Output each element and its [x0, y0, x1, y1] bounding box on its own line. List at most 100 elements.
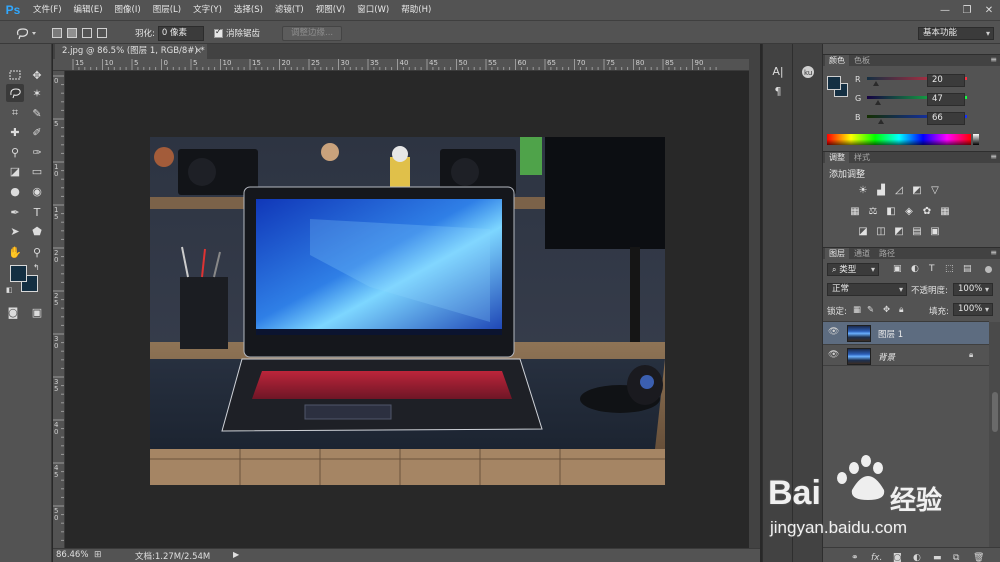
canvas-area[interactable] [66, 71, 749, 548]
layers-scrollbar[interactable] [989, 322, 1000, 547]
channel-g-knob[interactable] [875, 100, 881, 105]
blur-tool-icon[interactable]: ● [6, 182, 24, 200]
spectrum-bw-ramp[interactable] [973, 134, 979, 145]
layer-filter-select[interactable]: ⌕ 类型 [827, 263, 879, 276]
tab-color[interactable]: 颜色 [825, 55, 849, 67]
add-mask-icon[interactable]: ◙ [893, 553, 902, 562]
menu-file[interactable]: 文件(F) [26, 0, 67, 20]
menu-edit[interactable]: 编辑(E) [67, 0, 108, 20]
photo-filter-icon[interactable]: ◈ [903, 206, 915, 217]
opacity-input[interactable]: 100% [953, 283, 993, 296]
status-info-icon[interactable]: ⊞ [94, 550, 102, 560]
hue-saturation-icon[interactable]: ▦ [849, 206, 861, 217]
tab-adjustments[interactable]: 调整 [825, 152, 849, 164]
restore-button[interactable]: ❐ [956, 0, 978, 20]
layer-style-icon[interactable]: fx. [871, 553, 882, 562]
status-menu-arrow-icon[interactable]: ▶ [233, 550, 239, 559]
channel-b-knob[interactable] [878, 119, 884, 124]
feather-input[interactable]: 0 像素 [157, 25, 204, 41]
menu-select[interactable]: 选择(S) [227, 0, 268, 20]
document-tab[interactable]: 2.jpg @ 86.5% (图层 1, RGB/8#) * × [55, 44, 207, 59]
lasso-tool-icon[interactable] [6, 84, 24, 102]
gradient-tool-icon[interactable]: ▭ [28, 162, 46, 180]
quick-mask-icon[interactable]: ◙ [4, 303, 22, 321]
color-panel-foreground-swatch[interactable] [827, 76, 841, 90]
filter-smart-object-icon[interactable]: ▤ [963, 264, 972, 274]
minimize-button[interactable]: — [934, 0, 956, 20]
magic-wand-icon[interactable]: ✶ [28, 84, 46, 102]
zoom-level[interactable]: 86.46% [56, 550, 88, 560]
filter-type-icon[interactable]: T [929, 264, 935, 274]
levels-icon[interactable]: ▟ [875, 185, 887, 196]
subtract-selection-icon[interactable] [82, 28, 92, 38]
layer-row[interactable]: 👁︎ 背景 🔒︎ [823, 344, 989, 366]
filter-shape-icon[interactable]: ⬚ [945, 264, 954, 274]
tab-styles[interactable]: 样式 [850, 152, 874, 164]
lock-all-icon[interactable]: 🔒︎ [899, 305, 904, 315]
add-to-selection-icon[interactable] [67, 28, 77, 38]
tab-layers[interactable]: 图层 [825, 248, 849, 260]
fill-input[interactable]: 100% [953, 303, 993, 316]
move-tool-icon[interactable]: ✥ [28, 66, 46, 84]
type-tool-icon[interactable]: T [28, 203, 46, 221]
intersect-selection-icon[interactable] [97, 28, 107, 38]
visibility-eye-icon[interactable]: 👁︎ [828, 327, 839, 337]
eraser-tool-icon[interactable]: ◪ [6, 162, 24, 180]
color-balance-icon[interactable]: ⚖ [867, 206, 879, 217]
channel-r-knob[interactable] [873, 81, 879, 86]
hand-tool-icon[interactable]: ✋ [6, 243, 24, 261]
link-layers-icon[interactable]: ⚭ [851, 553, 859, 562]
visibility-eye-icon[interactable]: 👁︎ [828, 350, 839, 360]
lock-transparent-icon[interactable]: ▦ [853, 305, 861, 315]
invert-icon[interactable]: ◪ [857, 226, 869, 237]
delete-layer-icon[interactable]: 🗑︎ [973, 553, 984, 562]
tab-paths[interactable]: 路径 [875, 248, 899, 260]
eyedropper-icon[interactable]: ✎ [28, 104, 46, 122]
posterize-icon[interactable]: ◫ [875, 226, 887, 237]
foreground-color-swatch[interactable] [10, 265, 27, 282]
refine-edge-button[interactable]: 调整边缘... [282, 25, 343, 41]
menu-layer[interactable]: 图层(L) [146, 0, 186, 20]
menu-type[interactable]: 文字(Y) [186, 0, 227, 20]
tool-preset-picker[interactable] [14, 25, 38, 41]
curves-icon[interactable]: ◿ [893, 185, 905, 196]
marquee-tool-icon[interactable] [6, 66, 24, 84]
filter-toggle-icon[interactable] [985, 266, 992, 273]
close-button[interactable]: ✕ [978, 0, 1000, 20]
channel-g-input[interactable]: 47 [927, 93, 965, 106]
default-colors-icon[interactable]: ◧ [6, 286, 13, 294]
filter-pixel-icon[interactable]: ▣ [893, 264, 902, 274]
antialias-checkbox[interactable] [214, 27, 223, 38]
tab-swatches[interactable]: 色板 [850, 55, 874, 67]
crop-tool-icon[interactable]: ⌗ [6, 104, 24, 122]
workspace-select[interactable]: 基本功能 [918, 26, 994, 40]
brush-tool-icon[interactable]: ✐ [28, 123, 46, 141]
pen-tool-icon[interactable]: ✒ [6, 203, 24, 221]
layer-name[interactable]: 背景 [878, 351, 895, 363]
path-selection-icon[interactable]: ➤ [6, 222, 24, 240]
new-adjustment-icon[interactable]: ◐ [913, 553, 921, 562]
layer-name[interactable]: 图层 1 [878, 328, 903, 340]
dodge-tool-icon[interactable]: ◉ [28, 182, 46, 200]
healing-brush-icon[interactable]: ✚ [6, 123, 24, 141]
screen-mode-icon[interactable]: ▣ [28, 303, 46, 321]
new-selection-icon[interactable] [52, 28, 62, 38]
menu-image[interactable]: 图像(I) [108, 0, 146, 20]
character-panel-icon[interactable]: A| [768, 62, 788, 80]
panel-menu-icon[interactable]: ≡ [990, 55, 997, 64]
filter-adjustment-icon[interactable]: ◐ [911, 264, 919, 274]
menu-filter[interactable]: 滤镜(T) [268, 0, 309, 20]
kuler-panel-icon[interactable]: ku [798, 63, 818, 81]
exposure-icon[interactable]: ◩ [911, 185, 923, 196]
vertical-scrollbar[interactable] [749, 59, 760, 548]
lock-image-icon[interactable]: ✎ [867, 305, 874, 315]
new-group-icon[interactable]: ▬ [933, 553, 942, 562]
swap-colors-icon[interactable]: ↰ [33, 263, 40, 272]
tab-channels[interactable]: 通道 [850, 248, 874, 260]
channel-r-input[interactable]: 20 [927, 74, 965, 87]
panel-menu-icon[interactable]: ≡ [990, 248, 997, 257]
paragraph-panel-icon[interactable]: ¶ [768, 82, 788, 100]
menu-window[interactable]: 窗口(W) [350, 0, 394, 20]
black-white-icon[interactable]: ◧ [885, 206, 897, 217]
color-spectrum-bar[interactable] [827, 134, 971, 145]
